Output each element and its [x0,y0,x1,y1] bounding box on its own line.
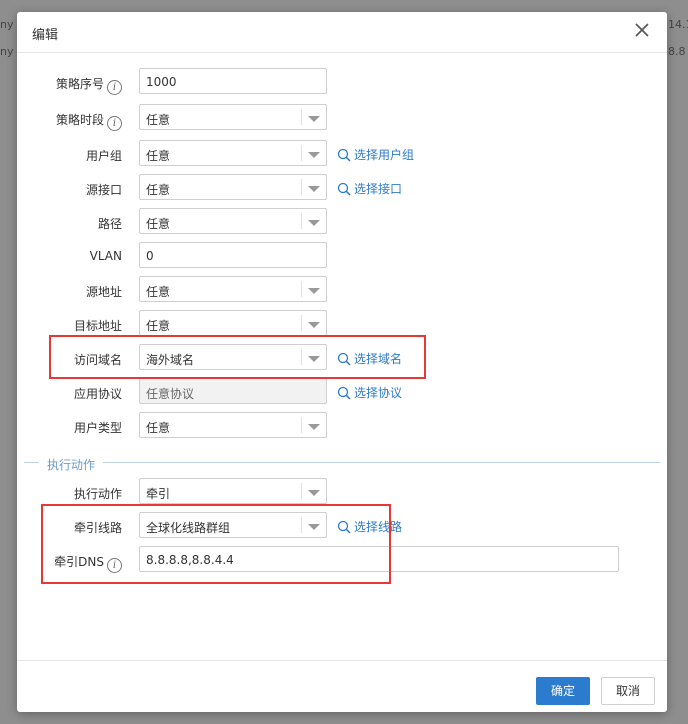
priority-label: 策略序号 i [17,75,122,95]
row-path: 路径 任意 [17,208,667,236]
dialog-header: 编辑 [17,12,667,53]
chevron-down-icon [308,186,320,192]
highlight-box [49,335,426,379]
select-interface-link[interactable]: 选择接口 [337,180,402,197]
user-type-label: 用户类型 [73,421,122,435]
chevron-down-icon [308,490,320,496]
action-select[interactable]: 牵引 [139,478,327,504]
bg-text: 8.8 [668,45,686,58]
priority-input[interactable]: 1000 [139,68,327,94]
search-icon [337,386,351,400]
chevron-down-icon [308,424,320,430]
section-title: 执行动作 [39,456,104,473]
path-label: 路径 [97,217,122,231]
src-addr-label: 源地址 [85,285,122,299]
src-addr-select[interactable]: 任意 [139,276,327,302]
action-label: 执行动作 [73,487,122,501]
bg-text: ny [0,18,14,31]
row-priority: 策略序号 i 1000 [17,68,667,96]
chevron-down-icon [308,288,320,294]
close-icon[interactable] [633,21,651,39]
select-protocol-link[interactable]: 选择协议 [337,384,402,401]
highlight-box [41,504,391,584]
search-icon [337,182,351,196]
dialog-title: 编辑 [32,28,59,43]
schedule-label: 策略时段 i [17,111,122,131]
info-icon[interactable]: i [107,116,122,131]
row-protocol: 应用协议 任意协议 选择协议 [17,378,667,406]
row-action: 执行动作 牵引 [17,478,667,506]
row-vlan: VLAN 0 [17,242,667,270]
bg-text: 14.1 [668,18,688,31]
src-interface-select[interactable]: 任意 [139,174,327,200]
row-user-group: 用户组 任意 选择用户组 [17,140,667,168]
row-dst-addr: 目标地址 任意 [17,310,667,338]
dialog-footer: 确定 取消 [17,660,667,713]
search-icon [337,148,351,162]
protocol-input: 任意协议 [139,378,327,404]
row-src-interface: 源接口 任意 选择接口 [17,174,667,202]
user-type-select[interactable]: 任意 [139,412,327,438]
confirm-button[interactable]: 确定 [536,677,590,705]
row-src-addr: 源地址 任意 [17,276,667,304]
info-icon[interactable]: i [107,80,122,95]
vlan-label: VLAN [89,249,122,263]
bg-text: ny [0,45,14,58]
row-user-type: 用户类型 任意 [17,412,667,440]
dst-addr-select[interactable]: 任意 [139,310,327,336]
chevron-down-icon [308,322,320,328]
select-user-group-link[interactable]: 选择用户组 [337,146,414,163]
user-group-label: 用户组 [85,149,122,163]
user-group-select[interactable]: 任意 [139,140,327,166]
cancel-button[interactable]: 取消 [601,677,655,705]
dst-addr-label: 目标地址 [73,319,122,333]
section-divider [24,462,660,463]
schedule-select[interactable]: 任意 [139,104,327,130]
chevron-down-icon [308,116,320,122]
path-select[interactable]: 任意 [139,208,327,234]
chevron-down-icon [308,220,320,226]
row-schedule: 策略时段 i 任意 [17,104,667,132]
chevron-down-icon [308,152,320,158]
src-interface-label: 源接口 [85,183,122,197]
protocol-label: 应用协议 [73,387,122,401]
edit-dialog: 编辑 策略序号 i 1000 策略时段 i 任意 用户组 任意 选择用户组 源接口 … [17,12,667,712]
vlan-input[interactable]: 0 [139,242,327,268]
